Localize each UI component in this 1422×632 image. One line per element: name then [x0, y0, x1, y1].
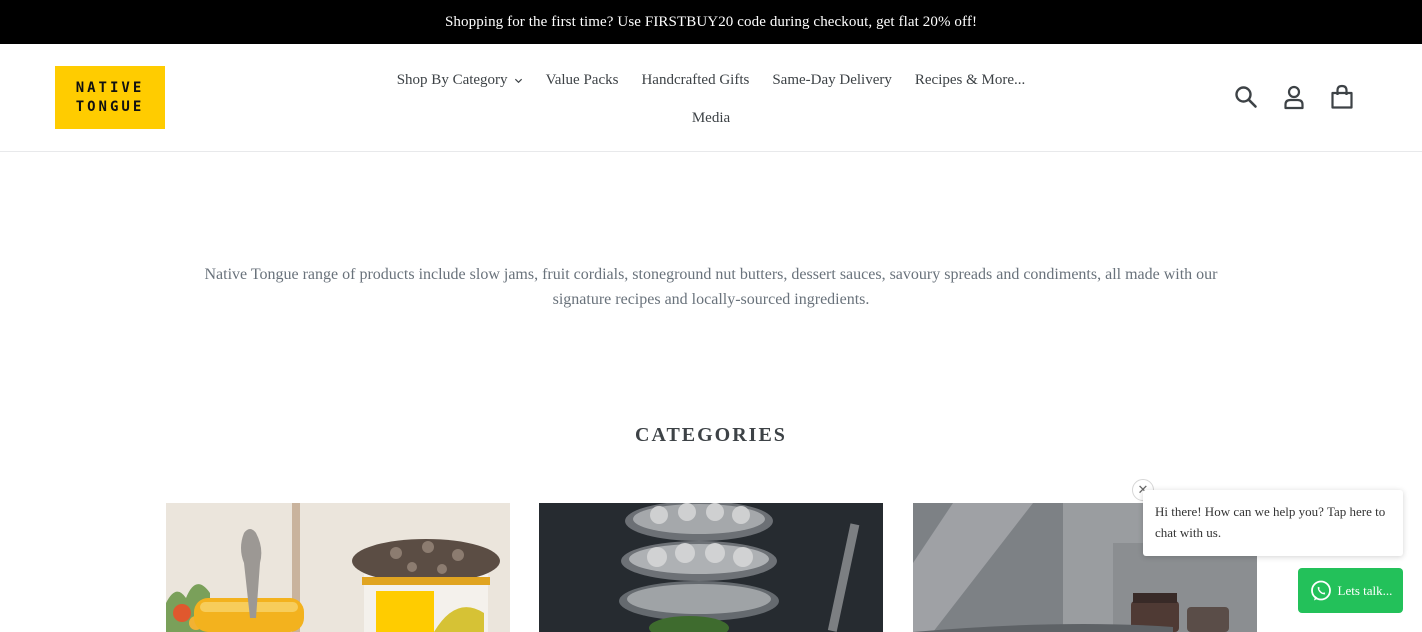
categories-heading: CATEGORIES — [635, 424, 787, 446]
announcement-bar: Shopping for the first time? Use FIRSTBU… — [0, 0, 1422, 44]
category-card-1[interactable] — [166, 503, 510, 632]
category-card-2[interactable] — [539, 503, 883, 632]
chat-message-bubble[interactable]: Hi there! How can we help you? Tap here … — [1143, 490, 1403, 556]
chat-button[interactable]: Lets talk... — [1298, 568, 1403, 613]
nav-item-shop-by-category[interactable]: Shop By Category — [397, 70, 523, 90]
nav-item-media[interactable]: Media — [692, 108, 730, 128]
logo-line-2: TONGUE — [75, 98, 145, 115]
chevron-down-icon — [514, 78, 522, 83]
header-icons — [1233, 84, 1355, 110]
brand-logo[interactable]: NATIVE TONGUE — [55, 66, 165, 129]
nav-item-same-day-delivery[interactable]: Same-Day Delivery — [772, 70, 892, 90]
whatsapp-icon — [1310, 580, 1331, 600]
cart-icon[interactable] — [1329, 84, 1355, 110]
chat-button-label: Lets talk... — [1337, 582, 1393, 598]
nav-item-label: Shop By Category — [396, 72, 508, 88]
main-nav: Shop By Category Value Packs Handcrafted… — [380, 70, 1042, 128]
chat-message-text: Hi there! How can we help you? Tap here … — [1155, 504, 1386, 540]
nav-item-handcrafted-gifts[interactable]: Handcrafted Gifts — [641, 70, 749, 90]
announcement-text: Shopping for the first time? Use FIRSTBU… — [444, 13, 978, 30]
site-header: NATIVE TONGUE Shop By Category Value Pac… — [0, 44, 1422, 152]
account-icon[interactable] — [1281, 84, 1307, 110]
category-image-idli-stand — [539, 503, 883, 632]
logo-line-1: NATIVE — [75, 79, 145, 96]
nav-item-value-packs[interactable]: Value Packs — [546, 70, 619, 90]
intro-text: Native Tongue range of products include … — [204, 266, 1218, 308]
nav-item-recipes[interactable]: Recipes & More... — [915, 70, 1025, 90]
search-icon[interactable] — [1233, 84, 1259, 110]
category-image-jar — [166, 503, 510, 632]
